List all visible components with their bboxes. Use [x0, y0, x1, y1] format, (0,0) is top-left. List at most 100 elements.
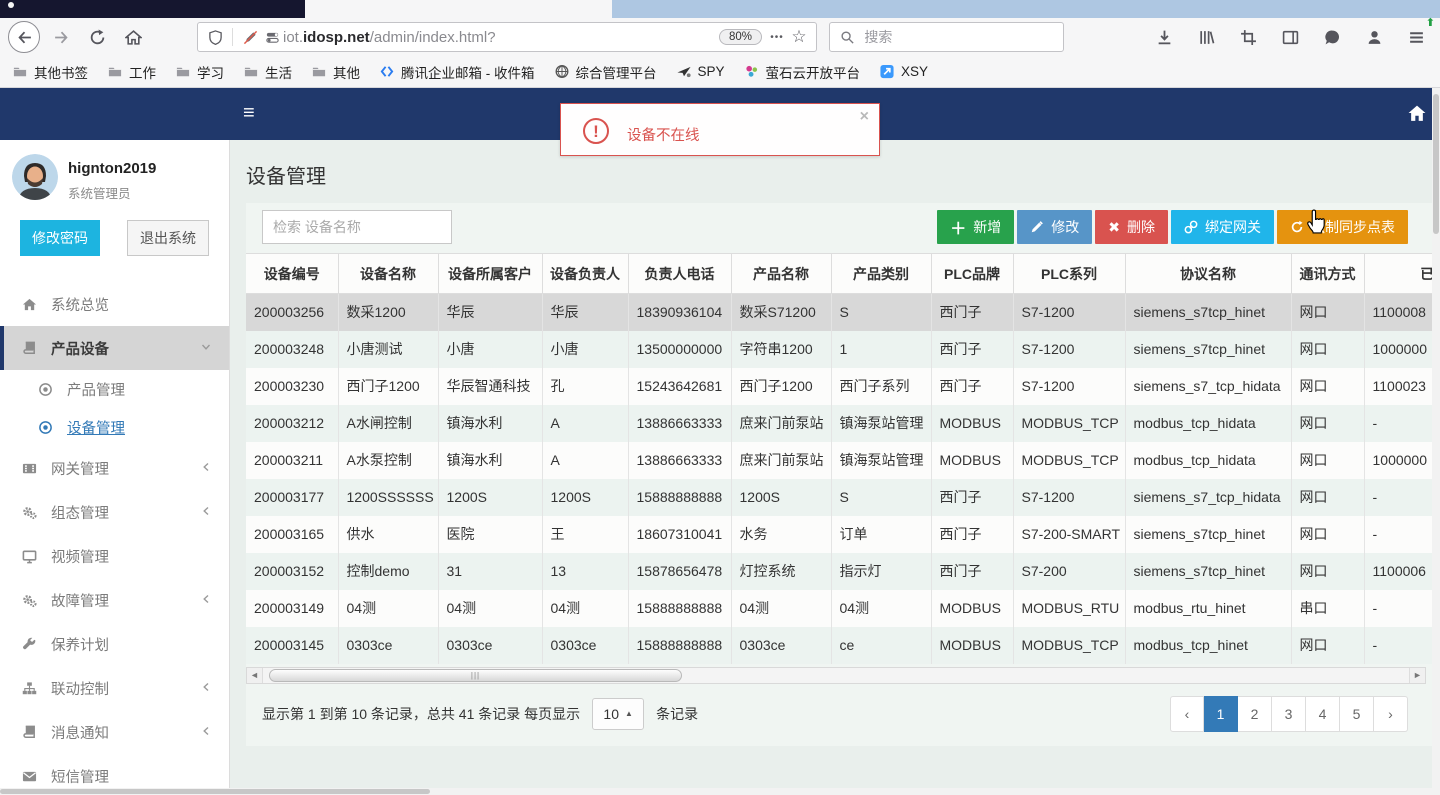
page-actions-icon[interactable]: •••	[766, 32, 788, 43]
table-row[interactable]: 200003211 A水泵控制 镇海水利 A 13886663333 庶来门前泵站 镇海泵站…	[246, 441, 1432, 479]
sidebar-item-组态管理[interactable]: 组态管理	[0, 490, 229, 534]
column-header[interactable]: 通讯方式	[1290, 253, 1364, 294]
sidebars-button[interactable]	[1275, 22, 1305, 52]
sidebar-item-消息通知[interactable]: 消息通知	[0, 710, 229, 754]
table-horizontal-scrollbar[interactable]: ◄ ||| ►	[246, 666, 1426, 684]
bookmark-item[interactable]: 其他	[311, 62, 360, 82]
force-sync-button[interactable]: 强制同步点表	[1277, 210, 1408, 244]
shield-icon[interactable]	[204, 29, 226, 45]
sidebar-item-系统总览[interactable]: 系统总览	[0, 282, 229, 326]
page-button-1[interactable]: 1	[1204, 695, 1238, 732]
sidebar-item-设备管理[interactable]: 设备管理	[0, 408, 229, 446]
table-row[interactable]: 200003165 供水 医院王 18607310041 水务 订单 西门子 S7-200-S…	[246, 515, 1432, 553]
table-row[interactable]: 200003145 0303ce 0303ce 0303ce 15888888888 03…	[246, 626, 1432, 664]
sidebar-item-视频管理[interactable]: 视频管理	[0, 534, 229, 578]
device-search-input[interactable]	[262, 210, 452, 244]
blocked-pencil-icon[interactable]	[239, 30, 261, 45]
alert-close-icon[interactable]: ×	[860, 108, 869, 126]
window-vertical-scrollbar[interactable]	[1432, 88, 1440, 788]
bookmark-item[interactable]: 腾讯企业邮箱 - 收件箱	[379, 62, 535, 82]
sidebar-item-联动控制[interactable]: 联动控制	[0, 666, 229, 710]
pocket-button[interactable]	[1317, 22, 1347, 52]
sidebar-item-保养计划[interactable]: 保养计划	[0, 622, 229, 666]
url-bar[interactable]: iot.idosp.net/admin/index.html? 80% ••• …	[197, 22, 817, 52]
column-header[interactable]: 设备所属客户	[437, 253, 542, 294]
add-button[interactable]: ＋ 新增	[937, 210, 1015, 244]
page-button-4[interactable]: 4	[1306, 695, 1340, 732]
table-row[interactable]: 200003230 西门子1200 华辰智通科技孔 15243642681 西门子120…	[246, 367, 1432, 405]
menu-button[interactable]: ⬆	[1401, 17, 1435, 52]
sidebar-item-故障管理[interactable]: 故障管理	[0, 578, 229, 622]
scroll-left-arrow[interactable]: ◄	[247, 667, 263, 683]
browser-search-input[interactable]	[864, 29, 1055, 45]
column-header[interactable]: 已绑定网关	[1363, 253, 1432, 294]
bookmark-item[interactable]: 工作	[107, 62, 156, 82]
permissions-icon[interactable]	[261, 30, 283, 45]
table-row[interactable]: 200003248 小唐测试 小唐 小唐 13500000000 字符串1200 1 西门子 S…	[246, 330, 1432, 368]
table-cell: 04测	[830, 589, 931, 627]
column-header[interactable]: 协议名称	[1124, 253, 1291, 294]
column-header[interactable]: PLC系列	[1012, 253, 1125, 294]
bookmark-item[interactable]: SPY	[676, 64, 725, 79]
table-cell: 0303ce	[730, 626, 831, 664]
table-row[interactable]: 200003256 数采1200 华辰 华辰 18390936104 数采S71200 S 西…	[246, 293, 1432, 331]
column-header[interactable]: 设备编号	[246, 253, 338, 294]
sidebar-item-网关管理[interactable]: 网关管理	[0, 446, 229, 490]
scroll-right-arrow[interactable]: ►	[1409, 667, 1425, 683]
screenshot-button[interactable]	[1233, 22, 1263, 52]
column-header[interactable]: 设备名称	[337, 253, 438, 294]
hscrollbar-thumb[interactable]	[0, 789, 430, 794]
delete-button[interactable]: ✖ 删除	[1095, 210, 1168, 244]
scrollbar-thumb[interactable]: |||	[269, 668, 682, 682]
forward-button[interactable]	[46, 22, 76, 52]
bookmark-item[interactable]: 学习	[175, 62, 224, 82]
reload-button[interactable]	[82, 22, 112, 52]
table-cell: 1100023	[1363, 367, 1432, 405]
bookmark-item[interactable]: 其他书签	[12, 62, 88, 82]
url-text[interactable]: iot.idosp.net/admin/index.html?	[283, 29, 715, 46]
bind-gateway-button[interactable]: 绑定网关	[1171, 210, 1274, 244]
back-button[interactable]	[8, 21, 40, 53]
bookmark-item[interactable]: 生活	[243, 62, 292, 82]
table-row[interactable]: 200003177 1200SSSSSS 1200S 1200S 15888888888…	[246, 478, 1432, 516]
avatar[interactable]	[12, 154, 58, 200]
change-password-button[interactable]: 修改密码	[20, 220, 100, 256]
table-row[interactable]: 200003149 04测 04测 04测 15888888888 04测 04测 MODBU…	[246, 589, 1432, 627]
page-next-button[interactable]: ›	[1374, 695, 1408, 732]
window-horizontal-scrollbar[interactable]	[0, 788, 1440, 795]
browser-search-box[interactable]	[829, 22, 1064, 52]
bookmark-star-icon[interactable]: ☆	[788, 27, 810, 47]
column-header[interactable]: 产品类别	[830, 253, 931, 294]
table-cell: 西门子1200	[337, 367, 438, 405]
library-button[interactable]	[1191, 22, 1221, 52]
sidebar-item-产品设备[interactable]: 产品设备	[0, 326, 229, 370]
sidebar-item-短信管理[interactable]: 短信管理	[0, 754, 229, 788]
column-header[interactable]: PLC品牌	[930, 253, 1013, 294]
navbar-home-icon[interactable]	[1408, 105, 1426, 125]
column-header[interactable]: 负责人电话	[627, 253, 731, 294]
browser-active-tab[interactable]	[0, 0, 305, 18]
page-button-2[interactable]: 2	[1238, 695, 1272, 732]
bookmarks-bar: 其他书签 工作 学习 生活 其他 腾讯企业邮箱 - 收件箱 综合管理平台 SPY 萤石云开放平台…	[0, 56, 1440, 88]
sidebar-item-产品管理[interactable]: 产品管理	[0, 370, 229, 408]
edit-button[interactable]: 修改	[1017, 210, 1093, 244]
account-button[interactable]	[1359, 22, 1389, 52]
home-button[interactable]	[118, 22, 148, 52]
chevron-left-icon	[201, 680, 211, 696]
zoom-level-badge[interactable]: 80%	[718, 29, 762, 45]
vscrollbar-thumb[interactable]	[1433, 94, 1439, 234]
page-size-dropdown[interactable]: 10 ▲	[592, 697, 645, 730]
table-row[interactable]: 200003152 控制demo 31 13 15878656478 灯控系统 指示灯 西门子…	[246, 552, 1432, 590]
column-header[interactable]: 设备负责人	[541, 253, 628, 294]
page-button-5[interactable]: 5	[1340, 695, 1374, 732]
page-button-3[interactable]: 3	[1272, 695, 1306, 732]
page-prev-button[interactable]: ‹	[1170, 695, 1204, 732]
bookmark-item[interactable]: XSY	[879, 64, 928, 79]
bookmark-item[interactable]: 综合管理平台	[554, 62, 657, 82]
table-row[interactable]: 200003212 A水闸控制 镇海水利 A 13886663333 庶来门前泵站 镇海泵站…	[246, 404, 1432, 442]
column-header[interactable]: 产品名称	[730, 253, 831, 294]
bookmark-item[interactable]: 萤石云开放平台	[744, 62, 860, 82]
logout-button[interactable]: 退出系统	[127, 220, 209, 256]
downloads-button[interactable]	[1149, 22, 1179, 52]
sidebar-toggle-icon[interactable]: ≡	[243, 103, 261, 123]
